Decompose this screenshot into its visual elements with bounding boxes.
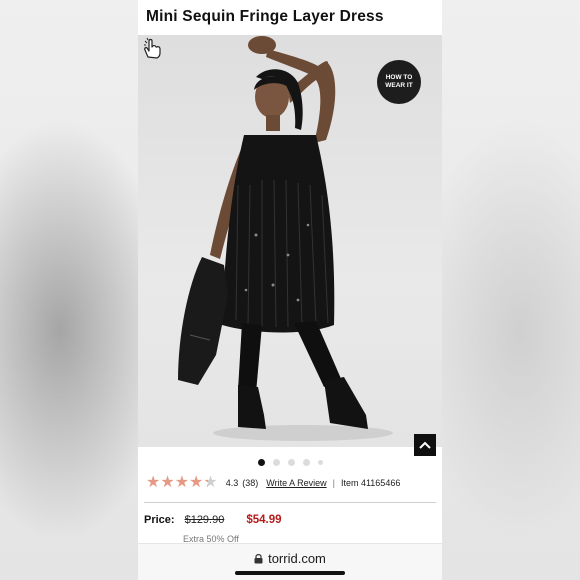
- how-to-wear-button[interactable]: HOW TO WEAR IT: [377, 60, 421, 104]
- product-title: Mini Sequin Fringe Layer Dress: [146, 8, 384, 25]
- price-row: Price: $129.90 $54.99: [144, 514, 282, 530]
- mobile-product-page: Mini Sequin Fringe Layer Dress HOW TO WE…: [138, 0, 442, 580]
- review-count[interactable]: (38): [242, 478, 258, 488]
- star-icon: ★: [189, 474, 204, 491]
- home-indicator[interactable]: [235, 571, 345, 575]
- carousel-dot[interactable]: [272, 458, 280, 466]
- item-number: Item 41165466: [340, 478, 401, 488]
- star-icon: ★: [146, 474, 161, 491]
- lock-icon: [254, 553, 263, 563]
- scroll-to-top-button[interactable]: [414, 434, 436, 456]
- browser-url-bar[interactable]: torrid.com: [138, 543, 442, 580]
- how-to-wear-line1: HOW TO: [385, 74, 413, 81]
- url-text[interactable]: torrid.com: [268, 551, 326, 566]
- carousel-dot[interactable]: [257, 458, 265, 466]
- carousel-dots: [138, 457, 442, 467]
- carousel-dot[interactable]: [317, 459, 323, 465]
- star-rating: ★ ★ ★ ★ ★: [146, 475, 218, 491]
- carousel-dot[interactable]: [302, 458, 310, 466]
- hand-pointer-icon[interactable]: [138, 35, 164, 61]
- divider: [144, 502, 436, 503]
- star-icon: ★: [174, 474, 190, 491]
- write-review-link[interactable]: Write A Review: [266, 478, 326, 488]
- rating-row: ★ ★ ★ ★ ★ 4.3 (38) Write A Review | Item…: [146, 474, 438, 492]
- rating-value: 4.3: [225, 478, 239, 488]
- original-price: $129.90: [184, 514, 225, 526]
- star-icon: ★: [203, 474, 218, 491]
- carousel-dot[interactable]: [287, 458, 295, 466]
- how-to-wear-line2: WEAR IT: [385, 82, 413, 89]
- price-label: Price:: [144, 514, 175, 526]
- chevron-up-icon: [419, 441, 431, 449]
- product-image[interactable]: HOW TO WEAR IT: [138, 35, 442, 447]
- star-icon: ★: [160, 474, 175, 491]
- sale-price: $54.99: [246, 514, 282, 526]
- separator: |: [332, 478, 335, 488]
